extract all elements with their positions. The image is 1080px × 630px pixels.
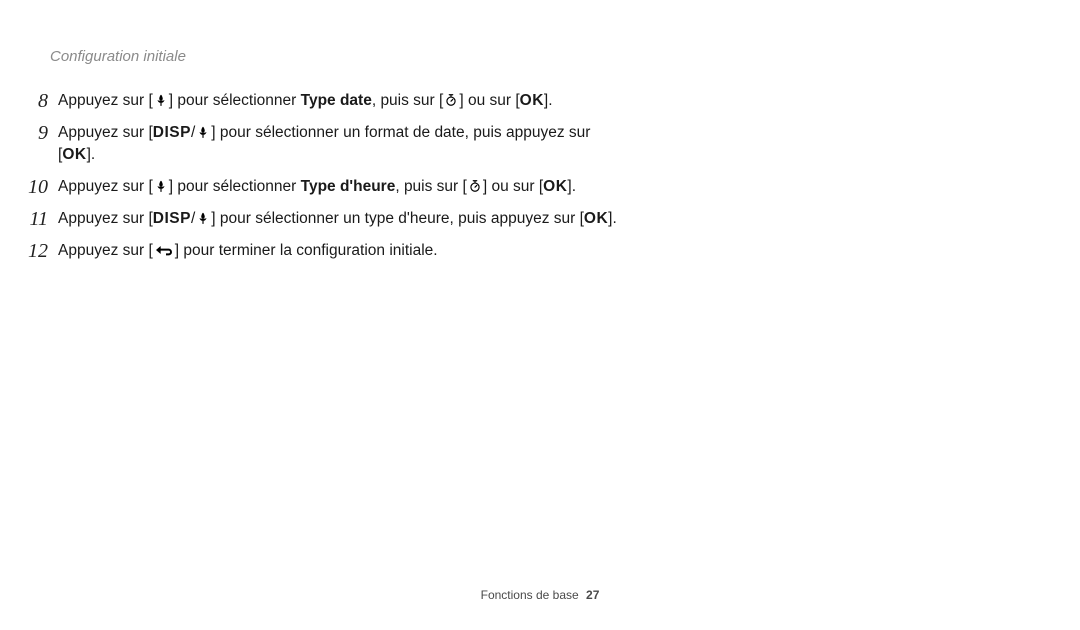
step-item: 10Appuyez sur [] pour sélectionner Type … (18, 176, 618, 198)
step-text: Appuyez sur [] pour sélectionner Type da… (58, 90, 553, 112)
timer-icon (444, 93, 458, 107)
steps-list: 8Appuyez sur [] pour sélectionner Type d… (18, 90, 618, 272)
disp-label: DISP (153, 210, 191, 227)
ok-label: OK (520, 92, 544, 109)
step-number: 10 (18, 176, 58, 198)
key-bracket: [OK] (580, 210, 613, 227)
key-bracket: [OK] (58, 146, 91, 163)
key-bracket: [] (463, 178, 488, 195)
step-number: 8 (18, 90, 58, 112)
section-header: Configuration initiale (50, 48, 186, 65)
step-bold-label: Type d'heure (301, 178, 396, 195)
key-bracket: [] (148, 178, 173, 195)
step-number: 11 (18, 208, 58, 230)
key-bracket: [] (148, 242, 179, 259)
ok-label: OK (62, 146, 86, 163)
macro-icon (196, 125, 210, 139)
step-bold-label: Type date (301, 92, 372, 109)
step-text: Appuyez sur [] pour sélectionner Type d'… (58, 176, 576, 198)
macro-icon (196, 211, 210, 225)
key-bracket: [] (148, 92, 173, 109)
back-icon (154, 243, 174, 257)
ok-label: OK (584, 210, 608, 227)
step-item: 8Appuyez sur [] pour sélectionner Type d… (18, 90, 618, 112)
step-text: Appuyez sur [] pour terminer la configur… (58, 240, 438, 262)
macro-icon (154, 179, 168, 193)
footer-page-number: 27 (586, 588, 599, 602)
step-item: 11Appuyez sur [DISP/] pour sélectionner … (18, 208, 618, 230)
step-item: 12Appuyez sur [] pour terminer la config… (18, 240, 618, 262)
key-bracket: [] (439, 92, 464, 109)
step-item: 9Appuyez sur [DISP/] pour sélectionner u… (18, 122, 618, 166)
manual-page: Configuration initiale 8Appuyez sur [] p… (0, 0, 1080, 630)
step-text: Appuyez sur [DISP/] pour sélectionner un… (58, 122, 618, 166)
key-bracket: [OK] (539, 178, 572, 195)
key-bracket: [OK] (515, 92, 548, 109)
step-number: 12 (18, 240, 58, 262)
key-bracket: [DISP/] (148, 210, 215, 227)
macro-icon (154, 93, 168, 107)
footer-section: Fonctions de base (481, 588, 579, 602)
step-number: 9 (18, 122, 58, 144)
page-footer: Fonctions de base 27 (0, 588, 1080, 602)
disp-label: DISP (153, 124, 191, 141)
step-text: Appuyez sur [DISP/] pour sélectionner un… (58, 208, 617, 230)
key-bracket: [DISP/] (148, 124, 215, 141)
ok-label: OK (543, 178, 567, 195)
timer-icon (468, 179, 482, 193)
